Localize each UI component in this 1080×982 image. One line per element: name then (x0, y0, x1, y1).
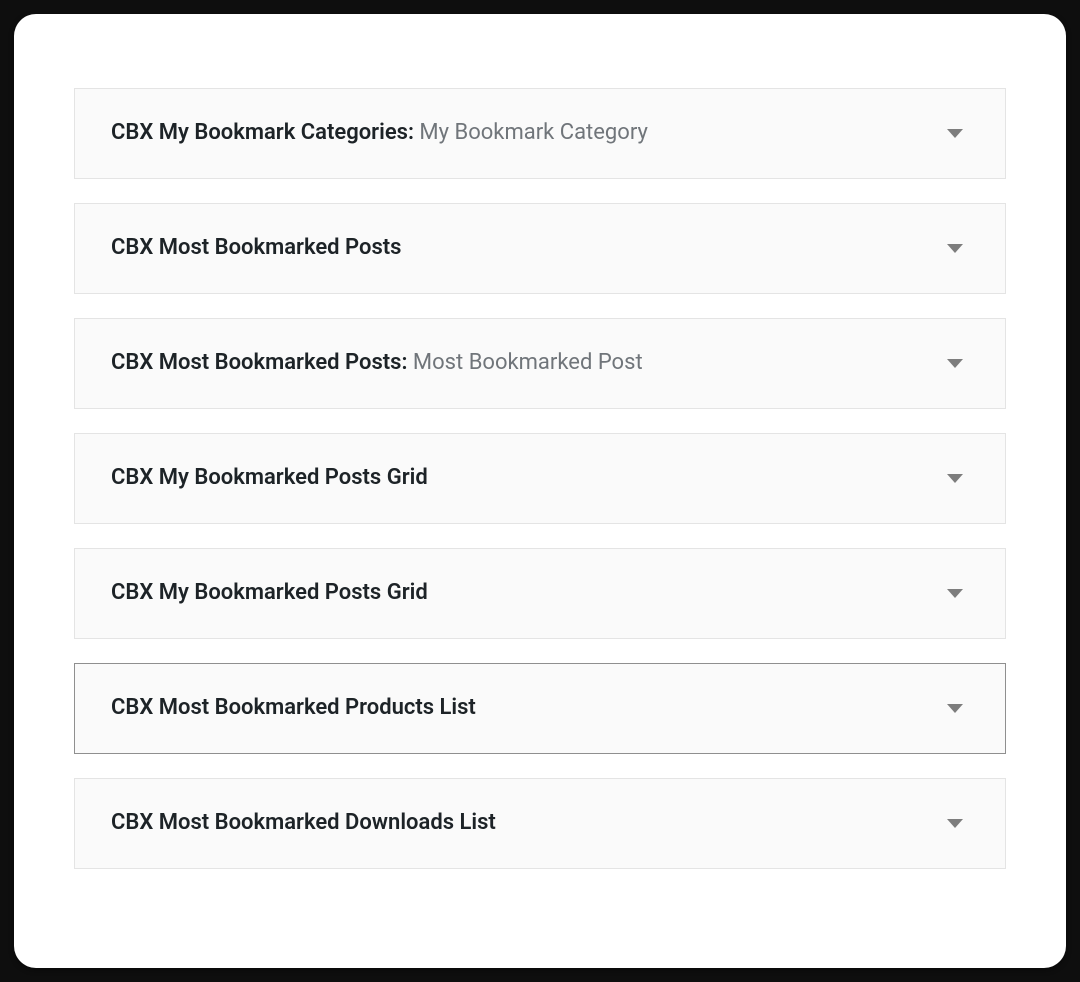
chevron-down-icon (947, 474, 963, 483)
widget-title: CBX Most Bookmarked Products List (111, 694, 476, 723)
widget-title-main: CBX Most Bookmarked Posts: (111, 350, 407, 375)
chevron-down-icon (947, 244, 963, 253)
widget-row[interactable]: CBX Most Bookmarked Posts: Most Bookmark… (74, 318, 1006, 409)
widget-title: CBX My Bookmarked Posts Grid (111, 579, 428, 608)
widget-row[interactable]: CBX My Bookmarked Posts Grid (74, 433, 1006, 524)
widget-title-sub: Most Bookmarked Post (407, 350, 642, 375)
widget-title: CBX My Bookmark Categories: My Bookmark … (111, 119, 648, 148)
widget-title-main: CBX My Bookmarked Posts Grid (111, 465, 428, 490)
widget-row[interactable]: CBX Most Bookmarked Products List (74, 663, 1006, 754)
chevron-down-icon (947, 704, 963, 713)
widget-title: CBX My Bookmarked Posts Grid (111, 464, 428, 493)
widget-list: CBX My Bookmark Categories: My Bookmark … (74, 88, 1006, 869)
chevron-down-icon (947, 129, 963, 138)
widget-title-main: CBX Most Bookmarked Products List (111, 695, 476, 720)
widgets-panel: CBX My Bookmark Categories: My Bookmark … (14, 14, 1066, 968)
widget-row[interactable]: CBX My Bookmarked Posts Grid (74, 548, 1006, 639)
widget-title-main: CBX My Bookmarked Posts Grid (111, 580, 428, 605)
widget-title-main: CBX My Bookmark Categories: (111, 120, 414, 145)
chevron-down-icon (947, 589, 963, 598)
widget-title: CBX Most Bookmarked Posts: Most Bookmark… (111, 349, 643, 378)
chevron-down-icon (947, 819, 963, 828)
widget-row[interactable]: CBX Most Bookmarked Posts (74, 203, 1006, 294)
widget-row[interactable]: CBX Most Bookmarked Downloads List (74, 778, 1006, 869)
widget-row[interactable]: CBX My Bookmark Categories: My Bookmark … (74, 88, 1006, 179)
widget-title-main: CBX Most Bookmarked Posts (111, 235, 401, 260)
widget-title: CBX Most Bookmarked Posts (111, 234, 401, 263)
widget-title: CBX Most Bookmarked Downloads List (111, 809, 496, 838)
chevron-down-icon (947, 359, 963, 368)
widget-title-main: CBX Most Bookmarked Downloads List (111, 810, 496, 835)
widget-title-sub: My Bookmark Category (414, 120, 648, 145)
